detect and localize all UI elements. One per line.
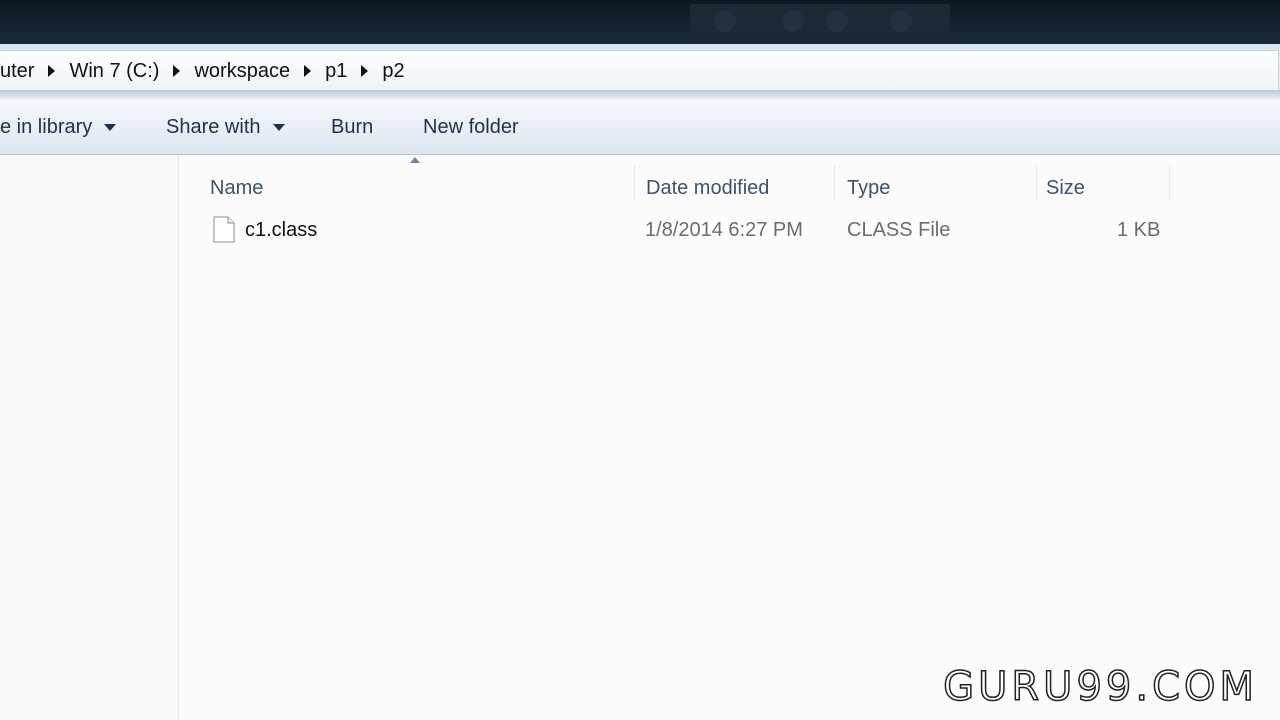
breadcrumb-p2[interactable]: p2 <box>382 60 404 83</box>
column-divider[interactable] <box>834 165 835 201</box>
column-divider[interactable] <box>1036 165 1037 201</box>
address-bar-divider <box>0 90 1280 98</box>
share-with-label: Share with <box>166 115 261 138</box>
guru99-watermark: GURU99.COM <box>942 663 1258 711</box>
breadcrumb-arrow-icon[interactable] <box>48 65 56 77</box>
new-folder-label: New folder <box>423 115 519 138</box>
burn-label: Burn <box>331 115 374 138</box>
command-bar: e in library Share with Burn New folder <box>0 100 1280 155</box>
table-row[interactable]: c1.class 1/8/2014 6:27 PM CLASS File 1 K… <box>179 208 1179 252</box>
maximize-icon[interactable] <box>782 10 804 32</box>
include-in-library-label: e in library <box>0 115 93 138</box>
file-size: 1 KB <box>1117 218 1161 241</box>
chevron-down-icon <box>272 123 285 131</box>
restore-icon[interactable] <box>826 10 848 32</box>
navigation-pane[interactable] <box>0 155 179 720</box>
burn-button[interactable]: Burn <box>331 100 373 154</box>
column-header-date-modified[interactable]: Date modified <box>646 165 769 211</box>
file-type: CLASS File <box>847 218 951 241</box>
file-list[interactable]: Name Date modified Type Size c1.class 1/… <box>179 155 1280 720</box>
file-date-modified: 1/8/2014 6:27 PM <box>645 218 803 241</box>
column-header-type[interactable]: Type <box>847 165 890 211</box>
chevron-down-icon <box>104 123 117 131</box>
breadcrumb-computer[interactable]: uter <box>0 60 34 83</box>
window-titlebar <box>0 0 1280 44</box>
breadcrumb-workspace[interactable]: workspace <box>194 60 290 83</box>
breadcrumb-arrow-icon[interactable] <box>173 65 181 77</box>
window-controls <box>690 4 950 40</box>
include-in-library-button[interactable]: e in library <box>0 100 117 154</box>
new-folder-button[interactable]: New folder <box>423 100 519 154</box>
column-divider[interactable] <box>1169 165 1170 201</box>
address-bar-area: uter Win 7 (C:) workspace p1 p2 <box>0 44 1280 101</box>
share-with-button[interactable]: Share with <box>166 100 285 154</box>
sort-ascending-icon <box>410 157 420 163</box>
close-icon[interactable] <box>890 10 912 32</box>
breadcrumb-p1[interactable]: p1 <box>325 60 347 83</box>
column-divider[interactable] <box>634 165 635 201</box>
breadcrumb-drive[interactable]: Win 7 (C:) <box>69 60 159 83</box>
column-header-name[interactable]: Name <box>210 165 263 211</box>
generic-file-icon <box>213 216 235 243</box>
address-field[interactable]: uter Win 7 (C:) workspace p1 p2 <box>0 50 1279 92</box>
breadcrumb-arrow-icon[interactable] <box>361 65 369 77</box>
breadcrumb-arrow-icon[interactable] <box>304 65 312 77</box>
minimize-icon[interactable] <box>714 10 736 32</box>
column-header-size[interactable]: Size <box>1046 165 1085 211</box>
breadcrumb: uter Win 7 (C:) workspace p1 p2 <box>0 51 405 91</box>
file-name[interactable]: c1.class <box>245 208 317 252</box>
